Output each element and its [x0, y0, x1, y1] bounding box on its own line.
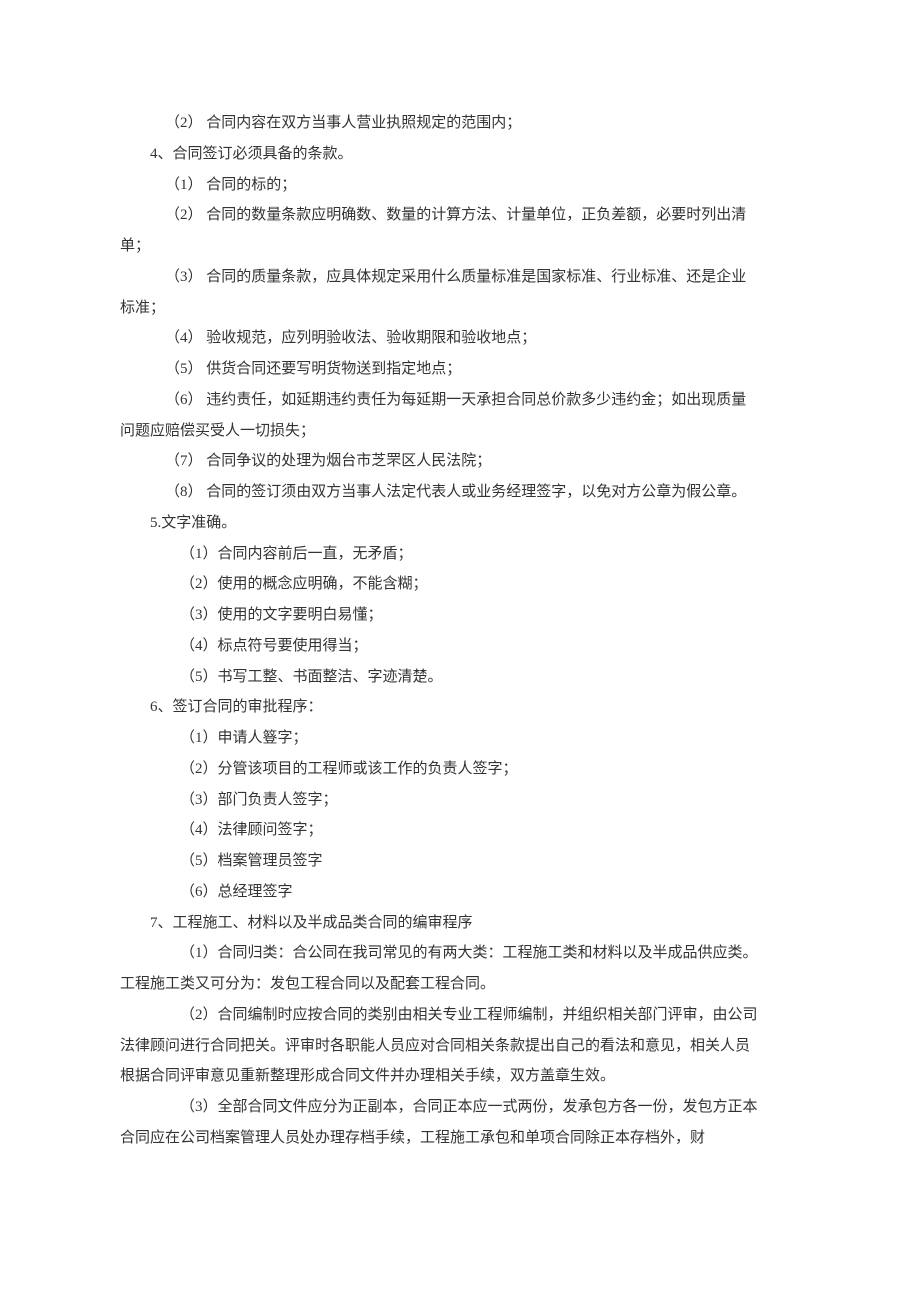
- text-line: （2）合同编制时应按合同的类别由相关专业工程师编制，并组织相关部门评审，由公司: [120, 1000, 800, 1031]
- text-line: （1）合同归类：合公同在我司常见的有两大类：工程施工类和材料以及半成品供应类。: [120, 938, 800, 969]
- text-line: （6） 违约责任，如延期违约责任为每延期一天承担合同总价款多少违约金；如出现质量: [120, 385, 800, 416]
- text-line: （4）法律顾问签字；: [120, 815, 800, 846]
- text-line: （7） 合同争议的处理为烟台市芝罘区人民法院；: [120, 446, 800, 477]
- text-line: （2） 合同的数量条款应明确数、数量的计算方法、计量单位，正负差额，必要时列出清: [120, 200, 800, 231]
- text-line: （2）使用的概念应明确，不能含糊；: [120, 569, 800, 600]
- text-line: （5） 供货合同还要写明货物送到指定地点；: [120, 354, 800, 385]
- text-line: （5）书写工整、书面整洁、字迹清楚。: [120, 662, 800, 693]
- text-line: 4、合同签订必须具备的条款。: [120, 139, 800, 170]
- text-line: 5.文字准确。: [120, 508, 800, 539]
- text-line: （4） 验收规范，应列明验收法、验收期限和验收地点；: [120, 323, 800, 354]
- text-line: （5）档案管理员签字: [120, 846, 800, 877]
- text-line: 单；: [120, 231, 800, 262]
- text-line: （2） 合同内容在双方当事人营业执照规定的范围内；: [120, 108, 800, 139]
- text-line: 根据合同评审意见重新整理形成合同文件并办理相关手续，双方盖章生效。: [120, 1061, 800, 1092]
- document-body: （2） 合同内容在双方当事人营业执照规定的范围内；4、合同签订必须具备的条款。（…: [120, 108, 800, 1154]
- text-line: 6、签订合同的审批程序：: [120, 692, 800, 723]
- text-line: （3）部门负责人签字；: [120, 785, 800, 816]
- text-line: （2）分管该项目的工程师或该工作的负责人签字；: [120, 754, 800, 785]
- text-line: 法律顾问进行合同把关。评审时各职能人员应对合同相关条款提出自己的看法和意见，相关…: [120, 1031, 800, 1062]
- text-line: （6）总经理签字: [120, 877, 800, 908]
- text-line: 问题应赔偿买受人一切损失；: [120, 416, 800, 447]
- text-line: （4）标点符号要使用得当；: [120, 631, 800, 662]
- text-line: （1） 合同的标的；: [120, 170, 800, 201]
- text-line: （8） 合同的签订须由双方当事人法定代表人或业务经理签字，以免对方公章为假公章。: [120, 477, 800, 508]
- text-line: 合同应在公司档案管理人员处办理存档手续，工程施工承包和单项合同除正本存档外，财: [120, 1123, 800, 1154]
- text-line: （3）全部合同文件应分为正副本，合同正本应一式两份，发承包方各一份，发包方正本: [120, 1092, 800, 1123]
- text-line: 7、工程施工、材料以及半成品类合同的编审程序: [120, 908, 800, 939]
- text-line: 工程施工类又可分为：发包工程合同以及配套工程合同。: [120, 969, 800, 1000]
- text-line: 标准；: [120, 293, 800, 324]
- text-line: （3） 合同的质量条款，应具体规定采用什么质量标准是国家标准、行业标准、还是企业: [120, 262, 800, 293]
- text-line: （1）申请人簦字；: [120, 723, 800, 754]
- text-line: （1）合同内容前后一直，无矛盾；: [120, 539, 800, 570]
- text-line: （3）使用的文字要明白易懂；: [120, 600, 800, 631]
